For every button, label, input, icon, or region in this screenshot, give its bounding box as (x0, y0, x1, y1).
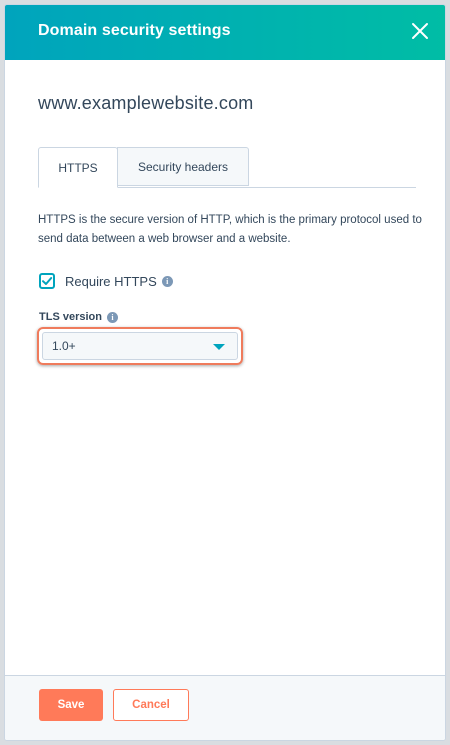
close-icon (412, 23, 428, 39)
tab-bar: HTTPS Security headers (38, 147, 416, 188)
tab-https[interactable]: HTTPS (38, 147, 118, 188)
close-button[interactable] (407, 18, 433, 44)
info-icon[interactable]: i (161, 275, 173, 287)
require-https-label: Require HTTPS (65, 273, 157, 289)
tls-version-select[interactable]: 1.0+ (42, 332, 238, 360)
require-https-checkbox[interactable] (39, 273, 55, 289)
tls-version-label-text: TLS version (39, 311, 102, 323)
panel-title: Domain security settings (38, 22, 231, 39)
tab-security-headers[interactable]: Security headers (117, 147, 249, 186)
domain-name: www.examplewebsite.com (38, 93, 254, 113)
caret-down-icon (213, 344, 225, 350)
require-https-row: Require HTTPS i (39, 271, 173, 291)
tls-version-label: TLS version i (39, 311, 118, 323)
tls-version-value: 1.0+ (52, 339, 76, 353)
tls-select-highlight: 1.0+ (37, 327, 243, 365)
panel-footer: Save Cancel (5, 675, 445, 740)
panel-header: Domain security settings (5, 5, 445, 60)
info-icon[interactable]: i (106, 311, 118, 323)
settings-panel: Domain security settings www.examplewebs… (4, 4, 446, 741)
cancel-button[interactable]: Cancel (113, 689, 189, 721)
https-description: HTTPS is the secure version of HTTP, whi… (38, 214, 422, 245)
checkmark-icon (42, 277, 53, 285)
save-button[interactable]: Save (39, 689, 103, 721)
